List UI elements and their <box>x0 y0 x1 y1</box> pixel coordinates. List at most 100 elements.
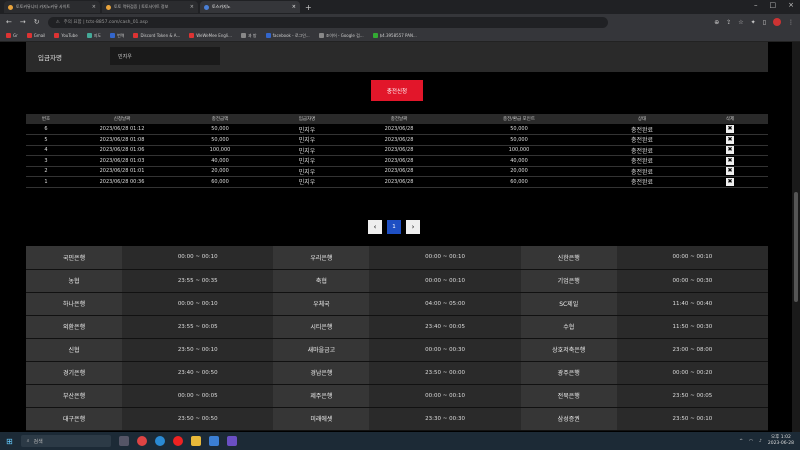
bookmark-item[interactable]: YouTube <box>54 33 78 38</box>
close-tab-icon[interactable]: × <box>92 4 96 10</box>
page-1-button[interactable]: 1 <box>387 220 401 234</box>
maintenance-hours: 00:00 ~ 00:10 <box>369 384 521 408</box>
maintenance-hours: 00:00 ~ 00:10 <box>122 246 274 270</box>
bookmark-item[interactable]: Discord Token & A... <box>133 33 180 38</box>
charge-date: 2023/06/28 <box>352 124 446 135</box>
clock[interactable]: 오후 1:02 2023-06-28 <box>768 435 794 447</box>
depositor-name: 민지우 <box>262 155 352 167</box>
request-date: 2023/06/28 01:06 <box>66 145 178 156</box>
bookmark-star-icon[interactable]: ☆ <box>738 19 743 26</box>
bookmark-icon <box>265 33 271 38</box>
charge-date: 2023/06/28 <box>352 134 446 146</box>
menu-icon[interactable]: ⋮ <box>788 19 794 26</box>
depositor-name: 민지우 <box>262 176 352 188</box>
minimize-icon[interactable]: – <box>754 1 758 9</box>
bookmark-icon <box>133 33 139 38</box>
address-bar: ← → ↻ ⚠ 주의 요함 | tcts-8857.com/cash_01.as… <box>0 14 800 30</box>
points: 40,000 <box>446 155 592 167</box>
sidebar-icon[interactable]: ▯ <box>763 19 766 26</box>
delete-icon[interactable]: ✖ <box>726 135 734 144</box>
browser-tab-active[interactable]: 토스카지노 × <box>200 1 300 13</box>
scrollbar-thumb[interactable] <box>794 192 798 302</box>
bookmark-item[interactable]: 지도 <box>86 33 101 39</box>
maintenance-hours: 23:30 ~ 00:30 <box>369 407 521 431</box>
bookmark-item[interactable]: facebook - 로그인... <box>265 33 310 39</box>
url-input[interactable]: ⚠ 주의 요함 | tcts-8857.com/cash_01.asp <box>47 16 608 28</box>
points: 50,000 <box>446 124 592 135</box>
delete-cell: ✖ <box>692 155 768 167</box>
column-header: 충전금액 <box>178 114 262 124</box>
page-scrollbar[interactable] <box>792 42 800 432</box>
system-tray: ^ ◠ ♪ 오후 1:02 2023-06-28 <box>739 435 800 447</box>
bookmark-item[interactable]: $4.3958557 PAN... <box>372 33 417 38</box>
maintenance-hours: 04:00 ~ 05:00 <box>369 292 521 316</box>
windows-start-icon[interactable]: ⊞ <box>6 437 13 446</box>
depositor-name: 민지우 <box>262 134 352 146</box>
status-text: 충전완료 <box>592 166 692 177</box>
reload-icon[interactable]: ↻ <box>34 18 40 26</box>
edge-icon[interactable] <box>154 436 165 446</box>
column-header: 번호 <box>26 114 66 124</box>
column-header: 신청날짜 <box>66 114 178 124</box>
bank-name: SC제일 <box>520 292 617 316</box>
maximize-icon[interactable]: □ <box>770 1 777 9</box>
explorer-icon[interactable] <box>190 436 201 446</box>
share-icon[interactable]: ⇪ <box>726 19 731 26</box>
profile-avatar[interactable] <box>773 18 781 26</box>
delete-icon[interactable]: ✖ <box>726 146 734 155</box>
depositor-name: 민지우 <box>262 124 352 135</box>
column-header: 삭제 <box>692 114 768 124</box>
bookmark-item[interactable]: WeWeMee Engli... <box>189 33 232 38</box>
record-icon[interactable] <box>172 436 183 446</box>
bank-name: 축협 <box>273 269 370 293</box>
bookmark-item[interactable]: Gr <box>6 33 18 38</box>
close-tab-icon[interactable]: × <box>292 4 296 10</box>
depositor-input[interactable]: 민지우 <box>110 47 220 65</box>
bank-name: 농협 <box>26 269 123 293</box>
maintenance-hours: 23:50 ~ 00:50 <box>122 407 274 431</box>
back-icon[interactable]: ← <box>6 18 12 26</box>
delete-cell: ✖ <box>692 124 768 135</box>
delete-icon[interactable]: ✖ <box>726 156 734 165</box>
close-window-icon[interactable]: × <box>788 1 794 9</box>
bookmark-item[interactable]: Gmail <box>26 33 45 38</box>
maintenance-hours: 00:00 ~ 00:05 <box>122 384 274 408</box>
volume-icon[interactable]: ♪ <box>759 439 762 444</box>
request-date: 2023/06/28 01:08 <box>66 134 178 146</box>
bookmark-item[interactable]: 번역 <box>110 33 124 39</box>
wifi-icon[interactable]: ◠ <box>749 439 753 444</box>
apply-charge-button[interactable]: 충전신청 <box>371 80 423 101</box>
request-date: 2023/06/28 01:01 <box>66 166 178 177</box>
store-icon[interactable] <box>208 436 219 446</box>
forward-icon[interactable]: → <box>20 18 26 26</box>
bookmark-icon <box>6 33 11 38</box>
bank-row: 대구은행 23:50 ~ 00:50 미래에셋 23:30 ~ 00:30 삼성증권 23… <box>26 407 768 431</box>
browser-tab[interactable]: 토토커뮤니티 카지노커뮤 사이트 × <box>4 1 100 13</box>
close-tab-icon[interactable]: × <box>190 4 194 10</box>
next-page-button[interactable]: › <box>406 220 420 234</box>
bookmark-item[interactable]: 조이어 - Google 검... <box>318 33 364 39</box>
delete-icon[interactable]: ✖ <box>726 167 734 176</box>
tray-chevron-icon[interactable]: ^ <box>739 439 743 444</box>
taskview-icon[interactable] <box>118 436 129 446</box>
bank-name: 국민은행 <box>26 246 123 270</box>
bookmark-icon <box>110 33 116 38</box>
delete-icon[interactable]: ✖ <box>726 177 734 186</box>
column-header: 상태 <box>592 114 692 124</box>
zoom-icon[interactable]: ⊕ <box>714 19 719 26</box>
bookmark-item[interactable]: 과 방 <box>240 33 257 39</box>
chrome-icon[interactable] <box>136 436 147 446</box>
extension-icon[interactable]: ✦ <box>751 19 756 26</box>
bank-row: 하나은행 00:00 ~ 00:10 우체국 04:00 ~ 05:00 SC제일 11:… <box>26 292 768 316</box>
taskbar-search[interactable]: ⌕ 검색 <box>20 435 111 447</box>
app-icon[interactable] <box>226 436 237 446</box>
pagination: ‹ 1 › <box>368 220 420 234</box>
delete-icon[interactable]: ✖ <box>726 125 734 133</box>
prev-page-button[interactable]: ‹ <box>368 220 382 234</box>
favicon-icon <box>204 4 209 10</box>
favicon-icon <box>8 4 13 10</box>
points: 60,000 <box>446 176 592 188</box>
browser-tab[interactable]: 토토 먹튀검증 | 토토사이트 정보 × <box>102 1 198 13</box>
new-tab-icon[interactable]: + <box>305 3 312 12</box>
depositor-label: 입금자명 <box>38 54 62 62</box>
